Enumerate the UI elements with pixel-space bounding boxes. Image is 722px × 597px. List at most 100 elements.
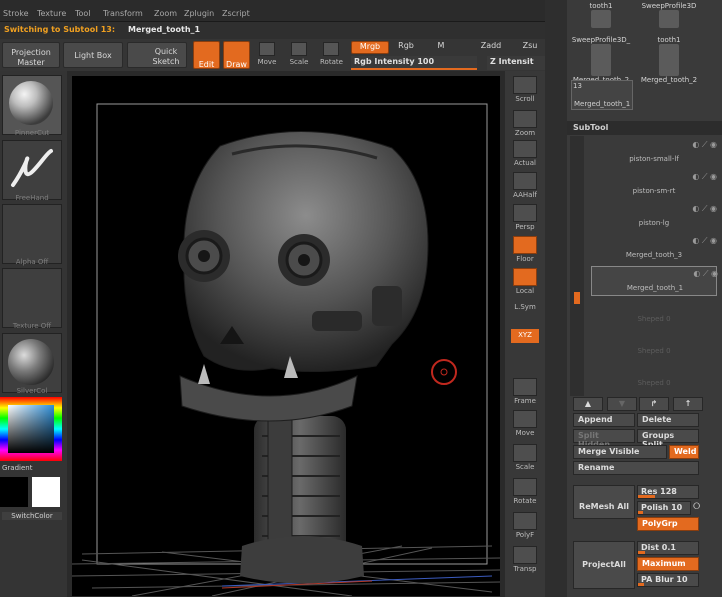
append-button[interactable]: Append — [573, 413, 635, 427]
subtool-scrollbar[interactable] — [570, 136, 584, 396]
switch-color-button[interactable]: SwitchColor — [2, 512, 62, 520]
zoom-button[interactable]: Zoom — [509, 109, 541, 141]
lsym-button[interactable]: L.Sym — [509, 303, 541, 323]
tool-label: Merged_tooth_2 — [640, 76, 698, 84]
edit-button[interactable]: Edit — [193, 41, 220, 69]
polygrp-button[interactable]: PolyGrp — [637, 517, 699, 531]
zoom-label: Zoom — [514, 129, 536, 137]
polish-circle-icon[interactable]: ⭘ — [693, 502, 700, 512]
m-button[interactable]: M — [432, 41, 450, 54]
subtool-item[interactable]: Sheped 0 — [591, 330, 717, 360]
subtool-item[interactable]: ◐ ⟋ ◉ Merged_tooth_3 — [591, 234, 717, 264]
stroke-label: FreeHand — [15, 194, 49, 202]
brush-cursor — [431, 359, 457, 385]
maximum-button[interactable]: Maximum — [637, 557, 699, 571]
zsub-button[interactable]: Zsu — [518, 41, 542, 54]
document-canvas[interactable] — [71, 76, 501, 597]
floor-button[interactable]: Floor — [509, 235, 541, 267]
subtool-item-selected[interactable]: ◐ ⟋ ◉ Merged_tooth_1 — [591, 266, 718, 296]
subtool-scroll-thumb[interactable] — [574, 292, 580, 304]
move-up-button[interactable]: ▲ — [573, 397, 603, 411]
subtool-visibility-icon[interactable]: ◐ ⟋ ◉ — [591, 140, 717, 152]
merge-visible-button[interactable]: Merge Visible — [573, 445, 667, 459]
secondary-color-swatch[interactable] — [0, 477, 28, 507]
subtool-item[interactable]: ◐ ⟋ ◉ piston-sm-rt — [591, 170, 717, 200]
rgb-button[interactable]: Rgb — [392, 41, 420, 54]
subtool-item[interactable]: ◐ ⟋ ◉ piston-small-lf — [591, 138, 717, 168]
delete-button[interactable]: Delete — [637, 413, 699, 427]
tool-label: SweepProfile3D_ — [571, 36, 631, 44]
panel-divider[interactable] — [545, 0, 567, 597]
split-hidden-button[interactable]: Split Hidden — [573, 429, 635, 449]
material-sphere-icon — [9, 81, 53, 125]
local-button[interactable]: Local — [509, 267, 541, 299]
pa-blur-slider[interactable]: PA Blur 10 — [637, 573, 699, 587]
rename-button[interactable]: Rename — [573, 461, 699, 475]
menu-zplugin[interactable]: Zplugin — [184, 9, 214, 18]
clone-button[interactable]: ↑ — [673, 397, 703, 411]
menu-texture[interactable]: Texture — [37, 9, 66, 18]
scale-view-button[interactable]: Scale — [509, 443, 541, 475]
tool-label: Merged_tooth_1 — [574, 100, 631, 108]
tool-thumb-current[interactable]: 13 Merged_tooth_1 — [571, 80, 633, 110]
tooth-icon — [591, 58, 611, 76]
frame-button[interactable]: Frame — [509, 377, 541, 409]
subtool-visibility-icon[interactable]: ◐ ⟋ ◉ — [591, 236, 717, 248]
subtool-visibility-icon[interactable]: ◐ ⟋ ◉ — [592, 269, 718, 281]
draw-button[interactable]: Draw — [223, 41, 250, 69]
duplicate-button[interactable]: ↱ — [639, 397, 669, 411]
weld-button[interactable]: Weld — [669, 445, 699, 459]
menu-transform[interactable]: Transform — [103, 9, 143, 18]
primary-color-swatch[interactable] — [32, 477, 60, 507]
subtool-item[interactable]: Sheped 0 — [591, 362, 717, 392]
scroll-button[interactable]: Scroll — [509, 75, 541, 107]
material-thumbnail[interactable] — [2, 75, 62, 135]
zadd-button[interactable]: Zadd — [474, 41, 508, 54]
alpha-thumbnail[interactable] — [2, 204, 62, 264]
rgb-intensity-slider[interactable]: Rgb Intensity 100 — [351, 56, 477, 70]
remesh-all-button[interactable]: ReMesh All — [573, 485, 635, 519]
res-slider[interactable]: Res 128 — [637, 485, 699, 499]
light-box-button[interactable]: Light Box — [63, 42, 123, 68]
tool-thumb-tooth1[interactable]: tooth1 — [569, 2, 633, 30]
scale-label: Scale — [289, 58, 309, 66]
color-picker[interactable] — [0, 397, 62, 461]
xyz-button[interactable]: XYZ — [511, 329, 539, 343]
move-down-button[interactable]: ▼ — [607, 397, 637, 411]
project-all-button[interactable]: ProjectAll — [573, 541, 635, 589]
quick-sketch-button[interactable]: Quick Sketch — [127, 42, 187, 68]
transp-label: Transp — [513, 565, 537, 573]
persp-button[interactable]: Persp — [509, 203, 541, 235]
stroke-thumbnail[interactable] — [2, 140, 62, 200]
projection-master-button[interactable]: Projection Master — [2, 42, 60, 68]
move-view-button[interactable]: Move — [509, 409, 541, 441]
transp-button[interactable]: Transp — [509, 545, 541, 577]
subtool-item[interactable]: ◐ ⟋ ◉ piston-lg — [591, 202, 717, 232]
polyf-button[interactable]: PolyF — [509, 511, 541, 543]
texture-thumbnail[interactable] — [2, 268, 62, 328]
subtool-visibility-icon[interactable]: ◐ ⟋ ◉ — [591, 204, 717, 216]
menu-tool[interactable]: Tool — [75, 9, 91, 18]
z-intensity-slider[interactable]: Z Intensit — [487, 56, 545, 70]
polish-slider[interactable]: Polish 10 — [637, 501, 691, 515]
subtool-header[interactable]: SubTool — [567, 121, 722, 135]
menu-stroke[interactable]: Stroke — [3, 9, 29, 18]
dist-slider[interactable]: Dist 0.1 — [637, 541, 699, 555]
subtool-item[interactable]: Sheped 0 — [591, 298, 717, 328]
left-shelf: PinnerCut FreeHand Alpha Off Texture Off… — [0, 71, 67, 597]
move-button[interactable]: Move — [256, 42, 278, 70]
menu-zoom[interactable]: Zoom — [154, 9, 177, 18]
mrgb-button[interactable]: Mrgb — [351, 41, 389, 54]
groups-split-button[interactable]: Groups Split — [637, 429, 699, 449]
aahalf-button[interactable]: AAHalf — [509, 171, 541, 203]
pa-blur-label: PA Blur 10 — [641, 575, 688, 584]
tool-thumb-merged2b[interactable]: Merged_tooth_2 — [637, 58, 701, 86]
rotate-view-button[interactable]: Rotate — [509, 477, 541, 509]
scale-button[interactable]: Scale — [288, 42, 310, 70]
actual-button[interactable]: Actual — [509, 139, 541, 171]
rotate-button[interactable]: Rotate — [320, 42, 343, 70]
menu-zscript[interactable]: Zscript — [222, 9, 250, 18]
subtool-visibility-icon[interactable]: ◐ ⟋ ◉ — [591, 172, 717, 184]
material2-thumbnail[interactable] — [2, 333, 62, 393]
tool-thumb-sweep[interactable]: SweepProfile3D — [637, 2, 701, 30]
